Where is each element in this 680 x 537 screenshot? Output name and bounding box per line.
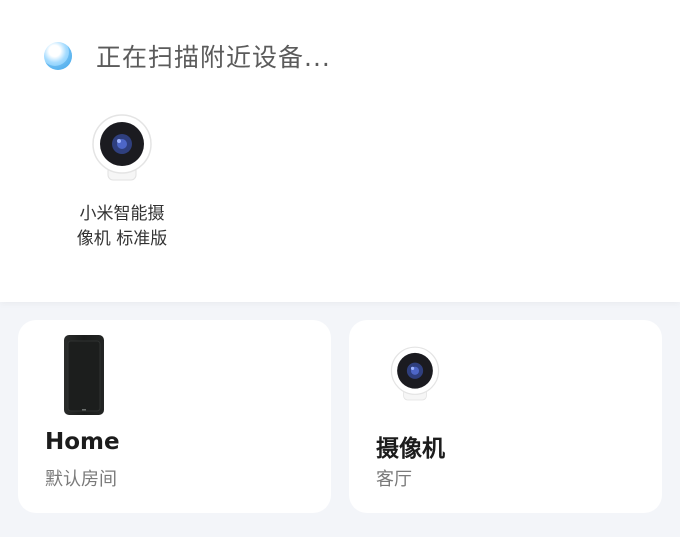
- device-card-camera[interactable]: 摄像机 客厅: [349, 320, 662, 513]
- device-room: 客厅: [376, 469, 412, 490]
- router-icon: [64, 335, 104, 415]
- device-card-home[interactable]: Home 默认房间: [18, 320, 331, 513]
- found-device-name: 小米智能摄 像机 标准版: [76, 204, 168, 249]
- scanning-indicator-icon: [44, 42, 72, 70]
- camera-icon: [90, 112, 154, 184]
- scan-status-text: 正在扫描附近设备...: [96, 43, 331, 72]
- camera-icon: [389, 344, 441, 404]
- scan-header: 正在扫描附近设备...: [44, 38, 331, 74]
- found-device-item[interactable]: 小米智能摄 像机 标准版: [58, 112, 186, 252]
- nearby-scan-panel: 正在扫描附近设备... 小米智能摄 像机 标准版: [0, 0, 680, 302]
- device-name: Home: [45, 429, 120, 455]
- device-room: 默认房间: [45, 469, 117, 490]
- device-name: 摄像机: [376, 436, 445, 462]
